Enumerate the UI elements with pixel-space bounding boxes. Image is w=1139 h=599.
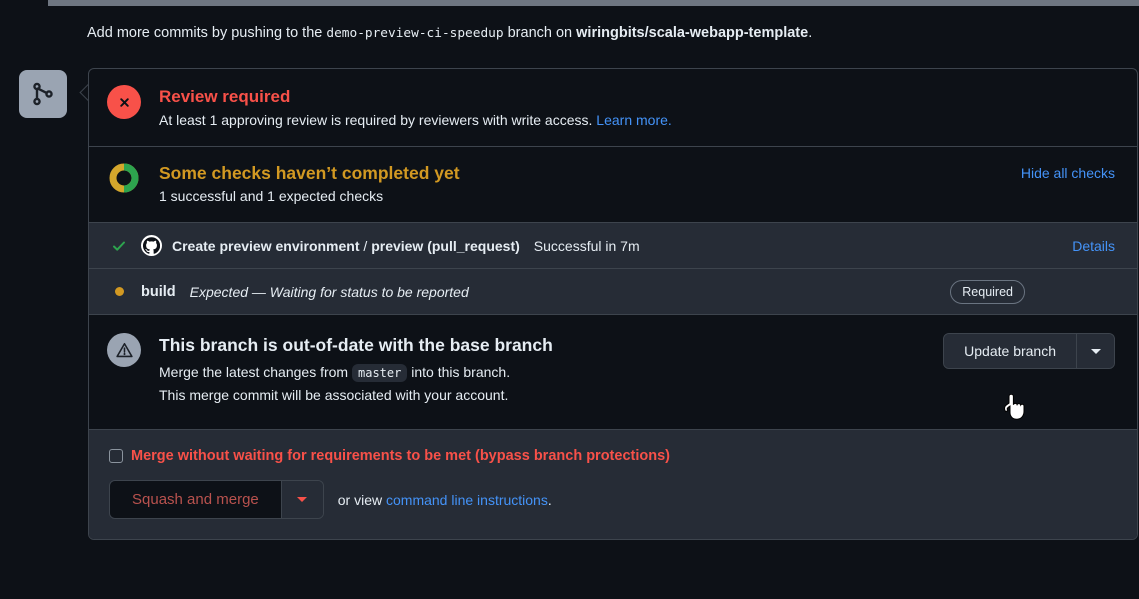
check-status-text: Successful in 7m — [533, 237, 640, 254]
check-row[interactable]: build Expected — Waiting for status to b… — [89, 269, 1137, 315]
learn-more-link[interactable]: Learn more. — [596, 112, 671, 128]
git-merge-icon — [31, 82, 55, 106]
required-badge: Required — [950, 279, 1025, 304]
alert-triangle-icon — [107, 333, 141, 367]
check-name-text: build — [141, 283, 176, 300]
repo-name: wiringbits/scala-webapp-template — [576, 25, 809, 41]
review-required-description: At least 1 approving review is required … — [159, 110, 1121, 130]
github-actions-icon — [141, 235, 162, 256]
check-status-text: Expected — Waiting for status to be repo… — [189, 283, 469, 300]
squash-and-merge-button[interactable]: Squash and merge — [110, 481, 281, 518]
out-of-date-line2: This merge commit will be associated wit… — [159, 387, 509, 403]
review-required-title: Review required — [159, 87, 291, 106]
update-branch-button-group: Update branch — [943, 333, 1115, 369]
hide-all-checks-link[interactable]: Hide all checks — [1021, 165, 1115, 181]
checks-summary-title: Some checks haven’t completed yet — [159, 163, 460, 183]
check-name-separator: / — [359, 237, 372, 254]
timeline-badge — [19, 70, 67, 118]
amber-dot-icon — [111, 287, 127, 296]
check-name-text: Create preview environment — [172, 237, 360, 254]
base-branch-chip: master — [352, 364, 408, 382]
merge-button-group: Squash and merge — [109, 480, 324, 519]
add-commits-middle: branch on — [503, 25, 577, 41]
check-icon — [111, 238, 127, 254]
head-branch-name: demo-preview-ci-speedup — [326, 26, 504, 41]
merge-method-dropdown-button[interactable] — [280, 481, 323, 518]
add-commits-hint: Add more commits by pushing to the demo-… — [87, 22, 812, 45]
or-view-suffix: . — [547, 491, 552, 508]
add-commits-prefix: Add more commits by pushing to the — [87, 25, 327, 41]
horizontal-scrollbar[interactable] — [48, 0, 1139, 6]
review-required-text: At least 1 approving review is required … — [159, 112, 597, 128]
merge-latest-prefix: Merge the latest changes from — [159, 364, 352, 380]
bypass-protections-row: Merge without waiting for requirements t… — [109, 448, 1121, 464]
merge-actions-row: Squash and merge or view command line in… — [109, 480, 1121, 519]
checks-summary-subtitle: 1 successful and 1 expected checks — [159, 188, 384, 204]
check-row[interactable]: Create preview environment / preview (pu… — [89, 223, 1137, 269]
check-job-name: preview (pull_request) — [371, 237, 520, 254]
command-line-hint: or view command line instructions. — [338, 492, 552, 508]
bypass-protections-checkbox[interactable] — [109, 449, 123, 463]
checks-summary-section: Some checks haven’t completed yet 1 succ… — [89, 147, 1137, 223]
command-line-instructions-link[interactable]: command line instructions — [386, 492, 548, 508]
out-of-date-section: This branch is out-of-date with the base… — [89, 315, 1137, 430]
check-details-link[interactable]: Details — [1072, 238, 1115, 254]
update-branch-button[interactable]: Update branch — [944, 334, 1076, 368]
check-workflow-name: Create preview environment / preview (pu… — [172, 238, 520, 254]
update-branch-dropdown-button[interactable] — [1076, 334, 1114, 368]
chevron-down-icon — [1090, 348, 1101, 354]
review-required-section: Review required At least 1 approving rev… — [89, 69, 1137, 147]
chevron-down-icon — [297, 497, 308, 502]
donut-progress-icon — [107, 161, 141, 195]
merge-status-box: Review required At least 1 approving rev… — [88, 68, 1138, 540]
add-commits-suffix: . — [808, 25, 813, 41]
merge-latest-suffix: into this branch. — [407, 364, 511, 380]
x-circle-icon — [107, 85, 141, 119]
or-view-prefix: or view — [337, 491, 386, 508]
merge-action-section: Merge without waiting for requirements t… — [89, 430, 1137, 539]
bypass-protections-label[interactable]: Merge without waiting for requirements t… — [131, 448, 670, 464]
